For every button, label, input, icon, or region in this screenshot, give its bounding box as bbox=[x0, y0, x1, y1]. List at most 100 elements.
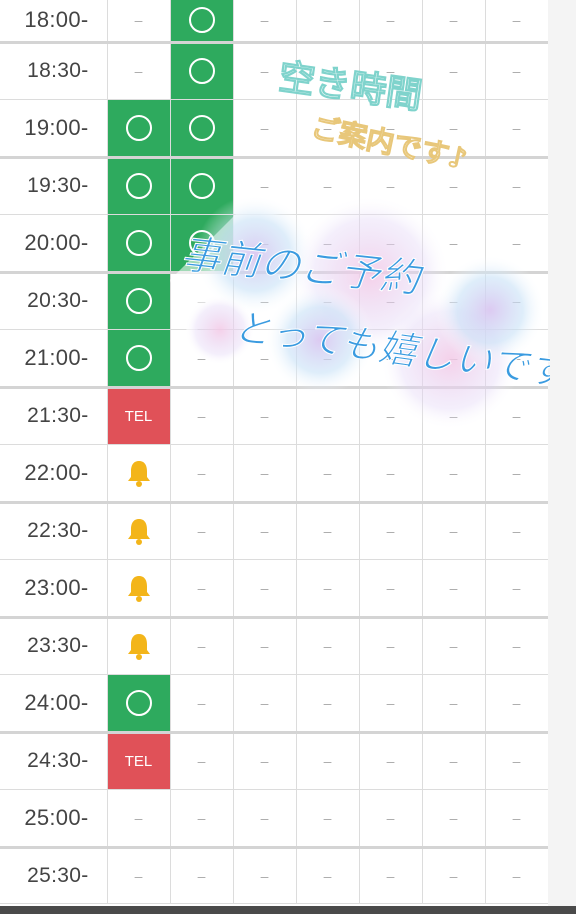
dash-mark: – bbox=[386, 349, 395, 366]
unavailable-slot: – bbox=[485, 559, 549, 619]
dash-mark: – bbox=[512, 523, 521, 539]
dash-mark: – bbox=[260, 293, 269, 309]
time-slot-label: 18:00- bbox=[0, 0, 108, 44]
unavailable-slot: – bbox=[422, 0, 486, 44]
available-slot[interactable] bbox=[107, 99, 171, 159]
dash-mark: – bbox=[386, 638, 395, 654]
unavailable-slot: – bbox=[170, 329, 234, 389]
available-slot[interactable] bbox=[170, 42, 234, 100]
unavailable-slot: – bbox=[233, 559, 297, 619]
unavailable-slot: – bbox=[422, 674, 486, 734]
dash-mark: – bbox=[512, 119, 521, 136]
unavailable-slot: – bbox=[422, 272, 486, 330]
unavailable-slot: – bbox=[485, 272, 549, 330]
unavailable-slot: – bbox=[359, 444, 423, 504]
dash-mark: – bbox=[449, 809, 458, 826]
dash-mark: – bbox=[323, 464, 332, 481]
schedule-row: 20:00- – – – – – bbox=[0, 214, 549, 274]
pending-slot[interactable] bbox=[107, 617, 171, 675]
time-slot-label: 23:00- bbox=[0, 559, 108, 619]
dash-mark: – bbox=[197, 867, 206, 884]
available-slot[interactable] bbox=[107, 272, 171, 330]
pending-slot[interactable] bbox=[107, 502, 171, 560]
unavailable-slot: – bbox=[485, 214, 549, 274]
unavailable-slot: – bbox=[296, 732, 360, 790]
unavailable-slot: – bbox=[422, 732, 486, 790]
time-slot-label: 25:30- bbox=[0, 847, 108, 904]
dash-mark: – bbox=[386, 809, 395, 826]
dash-mark: – bbox=[323, 867, 332, 884]
available-slot[interactable] bbox=[107, 214, 171, 274]
schedule-row: 24:30- TEL – – – – – – bbox=[0, 732, 549, 790]
schedule-row: 25:00- – – – – – – – bbox=[0, 789, 549, 849]
unavailable-slot: – bbox=[296, 387, 360, 445]
pending-slot[interactable] bbox=[107, 444, 171, 504]
dash-mark: – bbox=[260, 234, 269, 251]
time-slot-label: 22:30- bbox=[0, 502, 108, 560]
dash-mark: – bbox=[134, 809, 143, 826]
unavailable-slot: – bbox=[170, 617, 234, 675]
unavailable-slot: – bbox=[170, 502, 234, 560]
dash-mark: – bbox=[260, 809, 269, 826]
dash-mark: – bbox=[323, 349, 332, 366]
unavailable-slot: – bbox=[296, 674, 360, 734]
unavailable-slot: – bbox=[233, 214, 297, 274]
dash-mark: – bbox=[260, 694, 269, 711]
unavailable-slot: – bbox=[233, 732, 297, 790]
unavailable-slot: – bbox=[233, 789, 297, 849]
time-slot-label: 21:30- bbox=[0, 387, 108, 445]
dash-mark: – bbox=[449, 12, 458, 29]
dash-mark: – bbox=[260, 349, 269, 366]
dash-mark: – bbox=[512, 234, 521, 251]
unavailable-slot: – bbox=[359, 272, 423, 330]
unavailable-slot: – bbox=[485, 387, 549, 445]
unavailable-slot: – bbox=[170, 387, 234, 445]
dash-mark: – bbox=[323, 119, 332, 136]
bell-icon bbox=[127, 460, 150, 487]
available-slot[interactable] bbox=[107, 157, 171, 215]
dash-mark: – bbox=[323, 408, 332, 424]
unavailable-slot: – bbox=[107, 789, 171, 849]
unavailable-slot: – bbox=[485, 674, 549, 734]
time-slot-label: 23:30- bbox=[0, 617, 108, 675]
unavailable-slot: – bbox=[233, 387, 297, 445]
pending-slot[interactable] bbox=[107, 559, 171, 619]
available-slot[interactable] bbox=[170, 157, 234, 215]
unavailable-slot: – bbox=[296, 99, 360, 159]
time-slot-label: 22:00- bbox=[0, 444, 108, 504]
dash-mark: – bbox=[197, 408, 206, 424]
unavailable-slot: – bbox=[296, 444, 360, 504]
schedule-row: 19:00- – – – – – bbox=[0, 99, 549, 159]
dash-mark: – bbox=[323, 234, 332, 251]
dash-mark: – bbox=[386, 694, 395, 711]
unavailable-slot: – bbox=[485, 732, 549, 790]
available-slot[interactable] bbox=[170, 99, 234, 159]
available-slot[interactable] bbox=[107, 674, 171, 734]
unavailable-slot: – bbox=[422, 789, 486, 849]
dash-mark: – bbox=[512, 694, 521, 711]
unavailable-slot: – bbox=[359, 0, 423, 44]
available-slot[interactable] bbox=[170, 0, 234, 44]
unavailable-slot: – bbox=[359, 387, 423, 445]
tel-slot[interactable]: TEL bbox=[107, 387, 171, 445]
unavailable-slot: – bbox=[422, 99, 486, 159]
tel-slot[interactable]: TEL bbox=[107, 732, 171, 790]
dash-mark: – bbox=[512, 753, 521, 769]
unavailable-slot: – bbox=[296, 329, 360, 389]
available-slot[interactable] bbox=[170, 214, 234, 274]
unavailable-slot: – bbox=[170, 732, 234, 790]
dash-mark: – bbox=[386, 408, 395, 424]
unavailable-slot: – bbox=[233, 674, 297, 734]
unavailable-slot: – bbox=[359, 847, 423, 904]
dash-mark: – bbox=[386, 63, 395, 79]
schedule-row: 22:30- – – – – – – bbox=[0, 502, 549, 560]
dash-mark: – bbox=[260, 178, 269, 194]
unavailable-slot: – bbox=[422, 387, 486, 445]
available-slot[interactable] bbox=[107, 329, 171, 389]
unavailable-slot: – bbox=[296, 617, 360, 675]
dash-mark: – bbox=[323, 293, 332, 309]
dash-mark: – bbox=[449, 119, 458, 136]
schedule-row: 21:30- TEL – – – – – – bbox=[0, 387, 549, 445]
unavailable-slot: – bbox=[233, 444, 297, 504]
dash-mark: – bbox=[323, 753, 332, 769]
